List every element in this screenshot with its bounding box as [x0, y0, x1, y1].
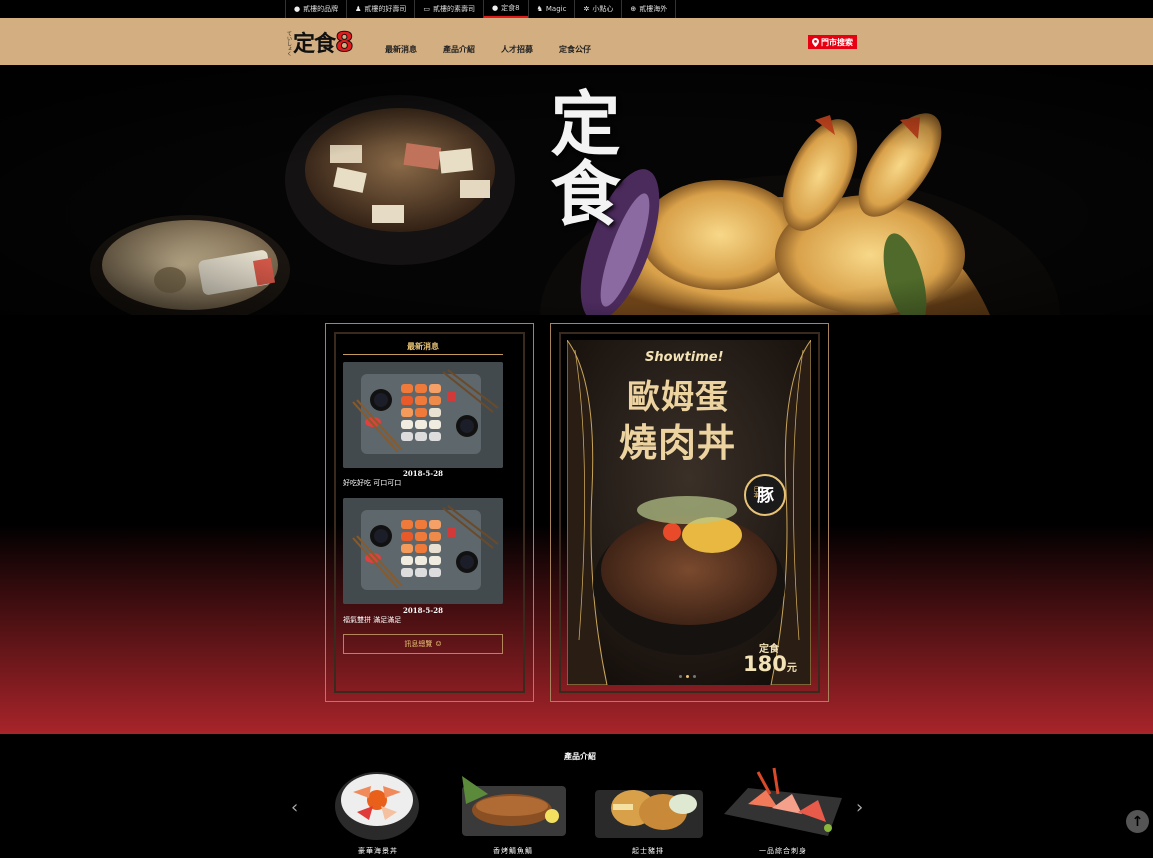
arrow-up-icon: ↑ [1131, 813, 1144, 830]
product-name: 香烤鯖魚鯖 [493, 847, 533, 855]
poster-showtime: Showtime! [645, 350, 724, 365]
hero-banner: 定食 [0, 65, 1153, 315]
grilled-fish-image [462, 776, 566, 836]
poster-line1: 歐姆蛋 [627, 377, 729, 416]
next-arrow-icon[interactable]: › [856, 797, 863, 818]
brand-nav-item[interactable]: ✲ 小點心 [574, 0, 621, 18]
brand-nav-label: Magic [545, 5, 567, 13]
map-pin-icon [812, 37, 819, 47]
store-search-label: 門市搜索 [821, 36, 853, 47]
brand-list: ● 貳樓的品牌 ♟ 貳樓的好壽司 ▭ 貳樓的素壽司 ● 定食8 ♞ Magic ✲ 小點心 ⊕ 貳樓海外 [285, 0, 677, 18]
brand-nav-item[interactable]: ▭ 貳樓的素壽司 [414, 0, 483, 18]
logo-kana: ていしょく [286, 31, 292, 56]
chef-icon: ♟ [355, 5, 362, 13]
product-name: 豪華海景丼 [358, 847, 398, 855]
carousel-dot[interactable] [679, 675, 682, 678]
brand-nav-label: 小點心 [592, 5, 614, 13]
main-nav: 最新消息 產品介紹 人才招募 定食公仔 [385, 44, 617, 55]
sushi-image [343, 498, 503, 604]
globe-icon: ⊕ [630, 5, 637, 13]
sashimi-platter-image [724, 767, 842, 836]
product-item-2[interactable]: 香烤鯖魚鯖 [448, 764, 578, 858]
brand-nav-item[interactable]: ● 貳樓的品牌 [285, 0, 346, 18]
carousel-dot-active[interactable] [686, 675, 689, 678]
poster-price-value: 180 [743, 652, 787, 676]
brand-nav-item[interactable]: ♞ Magic [527, 0, 575, 18]
product-item-1[interactable]: 豪華海景丼 [313, 764, 443, 858]
snowflake-icon: ✲ [583, 5, 590, 13]
news-text-2[interactable]: 福氣雙拼 滿足滿足 [343, 615, 401, 625]
news-date-1: 2018-5-28 [403, 469, 443, 478]
site-header: ていしょく 定食 8 最新消息 產品介紹 人才招募 定食公仔 門市搜索 [0, 18, 1153, 65]
carousel-dot[interactable] [693, 675, 696, 678]
news-text-1[interactable]: 好吃好吃 可口可口 [343, 478, 401, 488]
site-logo[interactable]: ていしょく 定食 8 [286, 27, 355, 58]
brand-nav-label: 貳樓的好壽司 [364, 5, 407, 13]
brand-bar: ● 貳樓的品牌 ♟ 貳樓的好壽司 ▭ 貳樓的素壽司 ● 定食8 ♞ Magic ✲ 小點心 ⊕ 貳樓海外 [0, 0, 1153, 18]
poster-line2: 燒肉丼 [619, 420, 737, 465]
nav-figures[interactable]: 定食公仔 [559, 44, 591, 55]
seafood-bowl-image [335, 772, 419, 840]
prev-arrow-icon[interactable]: ‹ [291, 797, 298, 818]
poster-price-unit: 元 [786, 663, 797, 674]
news-date-2: 2018-5-28 [403, 606, 443, 615]
product-name: 起士豬排 [632, 847, 664, 855]
carousel-dots [679, 675, 696, 678]
monitor-icon: ▭ [423, 5, 431, 13]
back-to-top-button[interactable]: ↑ [1126, 810, 1149, 833]
products-title: 產品介紹 [564, 751, 596, 761]
bowl-icon: ● [492, 4, 499, 12]
news-overview-button[interactable]: 訊息總覽 ☺ [343, 634, 503, 654]
products-section: 產品介紹 ‹ › 豪華海景丼 香烤鯖魚鯖 起士豬排 一品綜合刺身 [0, 734, 1153, 858]
smile-icon: ☺ [435, 640, 442, 648]
brand-nav-item[interactable]: ⊕ 貳樓海外 [621, 0, 677, 18]
news-image-1[interactable] [343, 362, 503, 468]
product-item-3[interactable]: 起士豬排 [583, 764, 713, 858]
brand-nav-label: 貳樓的品牌 [303, 5, 339, 13]
brand-nav-label: 貳樓的素壽司 [433, 5, 476, 13]
hero-title: 定食 [539, 87, 622, 227]
news-image-2[interactable] [343, 498, 503, 604]
news-overview-label: 訊息總覽 [404, 640, 433, 648]
brand-nav-item[interactable]: ♟ 貳樓的好壽司 [346, 0, 414, 18]
store-search-button[interactable]: 門市搜索 [808, 35, 857, 49]
product-item-4[interactable]: 一品綜合刺身 [718, 764, 848, 858]
apple-icon: ● [294, 5, 301, 13]
brand-nav-item[interactable]: ● 定食8 [483, 0, 528, 18]
nav-news[interactable]: 最新消息 [385, 44, 417, 55]
cheese-pork-cutlet-image [595, 790, 703, 838]
product-name: 一品綜合刺身 [759, 847, 807, 855]
poster-price: 180元 [743, 652, 797, 676]
sushi-image [343, 362, 503, 468]
nav-products[interactable]: 產品介紹 [443, 44, 475, 55]
news-title: 最新消息 [343, 341, 503, 355]
page: ● 貳樓的品牌 ♟ 貳樓的好壽司 ▭ 貳樓的素壽司 ● 定食8 ♞ Magic ✲ 小點心 ⊕ 貳樓海外 … [0, 0, 1153, 858]
logo-number: 8 [335, 27, 355, 58]
logo-text: 定食 [293, 32, 336, 57]
promo-poster[interactable]: Showtime! 歐姆蛋 燒肉丼 日本 豚 定食 180元 [567, 340, 811, 685]
nav-careers[interactable]: 人才招募 [501, 44, 533, 55]
brand-nav-label: 定食8 [501, 4, 520, 12]
brand-nav-label: 貳樓海外 [639, 5, 668, 13]
poster-badge: 豚 [757, 486, 774, 506]
magic-icon: ♞ [536, 5, 543, 13]
